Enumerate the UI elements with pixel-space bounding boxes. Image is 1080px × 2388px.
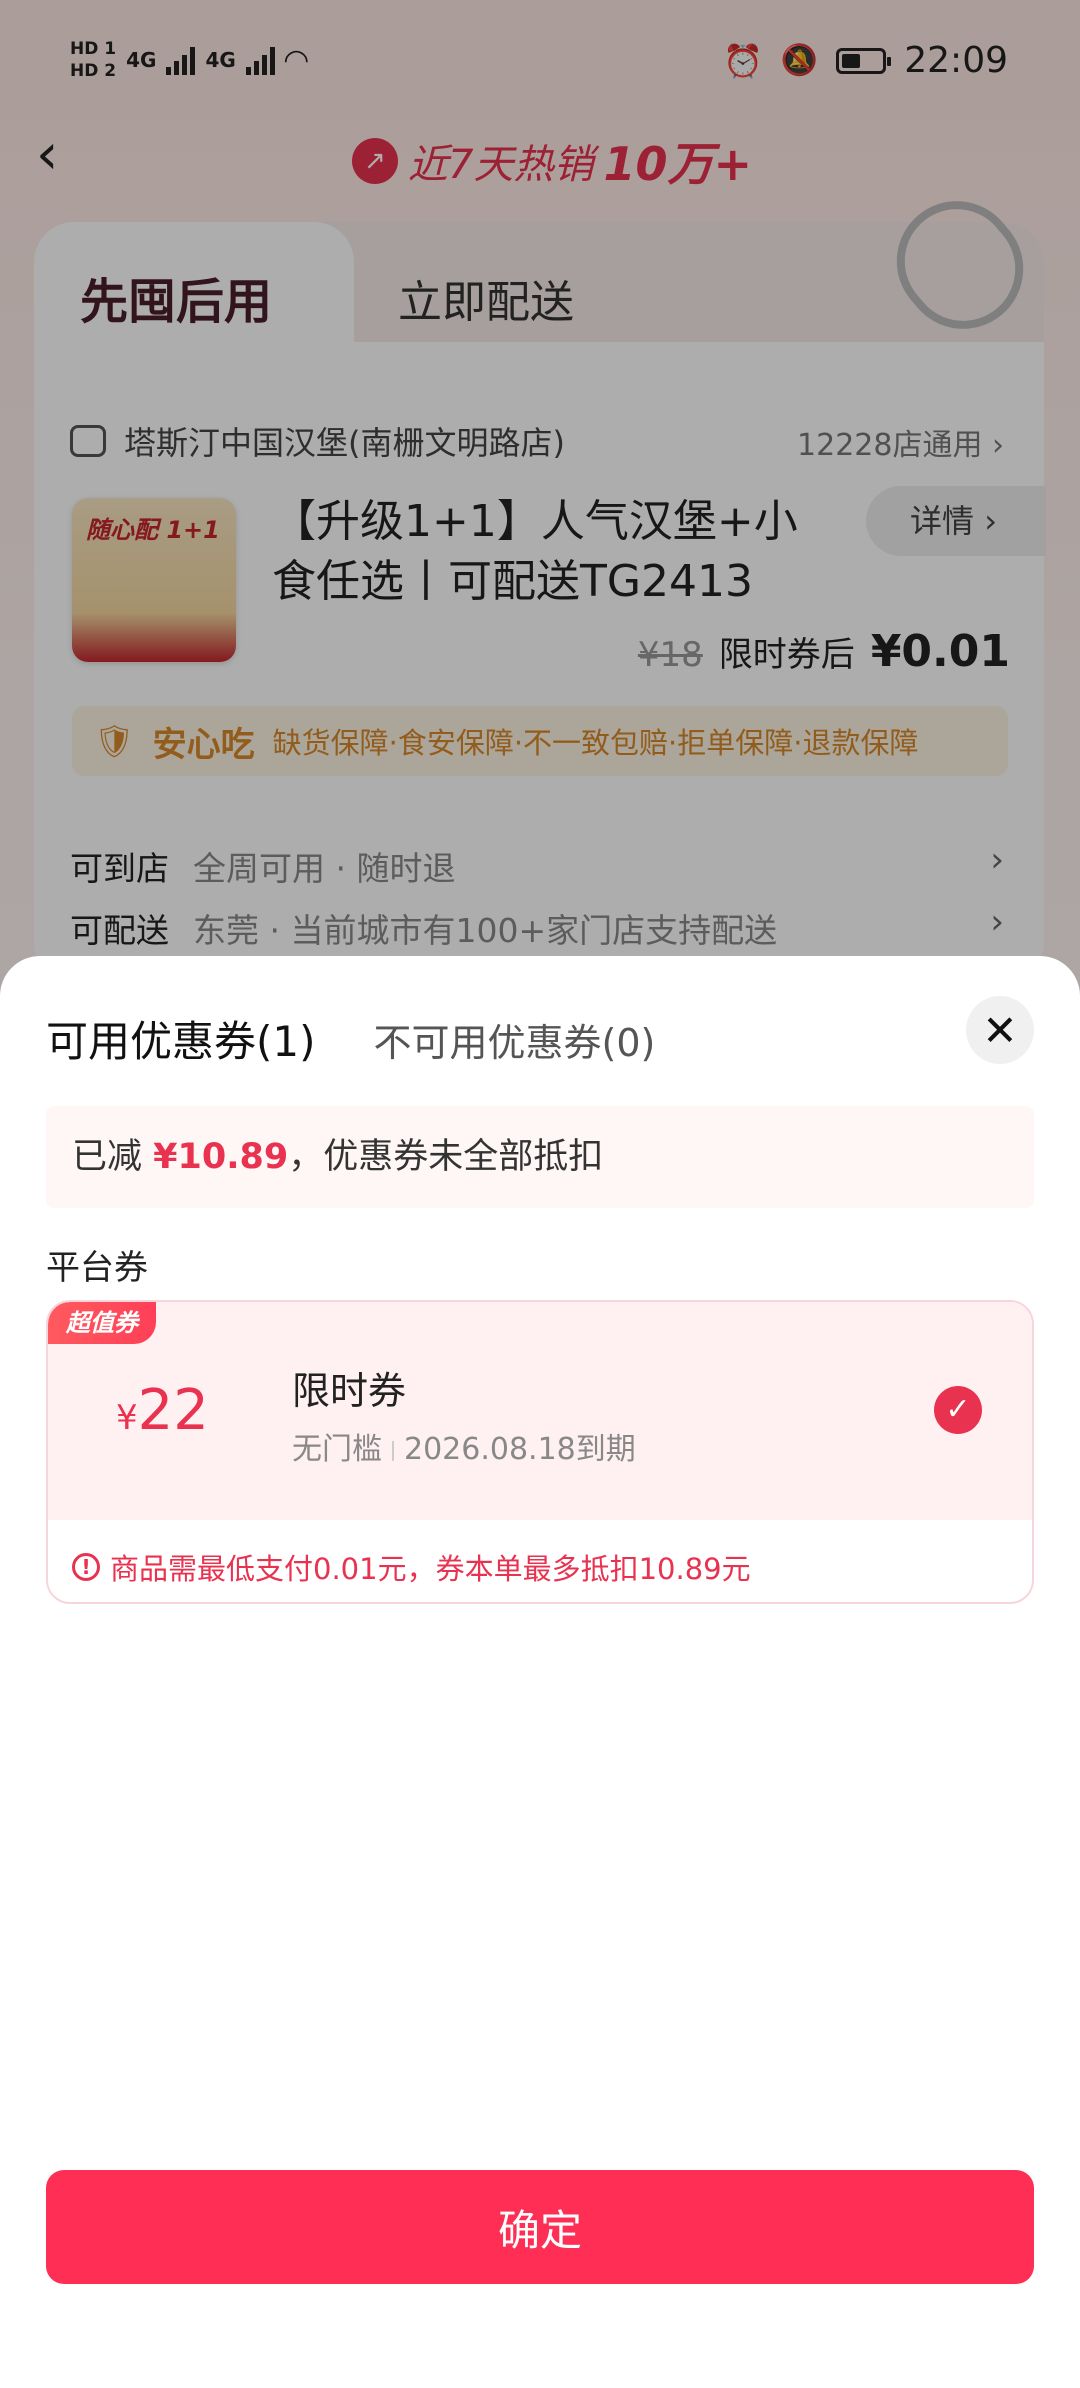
coupon-threshold: 无门槛	[292, 1432, 382, 1467]
coupon-meta: 无门槛 2026.08.18到期	[292, 1424, 636, 1468]
coupon-sheet: 可用优惠券(1) 不可用优惠券(0) ✕ 已减 ¥10.89，优惠券未全部抵扣 …	[0, 956, 1080, 2388]
page: HD 1 HD 2 4G 4G ◠ ⏰ 🔕 22:09 ‹ ↗ 近7天热销 10万…	[0, 0, 1080, 2388]
divider	[392, 1440, 394, 1461]
currency-symbol: ¥	[116, 1398, 138, 1438]
summary-suffix: ，优惠券未全部抵扣	[288, 1137, 604, 1177]
coupon-name: 限时券	[292, 1369, 407, 1413]
checkmark-icon[interactable]: ✓	[934, 1386, 982, 1434]
coupon-tag: 超值券	[48, 1302, 156, 1344]
discount-summary: 已减 ¥10.89，优惠券未全部抵扣	[46, 1106, 1034, 1208]
close-icon[interactable]: ✕	[966, 996, 1034, 1064]
coupon-amount: 22	[137, 1378, 209, 1443]
section-title: 平台券	[46, 1248, 148, 1288]
coupon-warning: ! 商品需最低支付0.01元，券本单最多抵扣10.89元	[72, 1546, 751, 1588]
summary-amount: ¥10.89	[153, 1137, 289, 1177]
coupon-value: ¥22	[116, 1378, 209, 1443]
tab-available-coupons[interactable]: 可用优惠券(1)	[46, 1008, 316, 1069]
coupon-expiry: 2026.08.18到期	[404, 1432, 636, 1467]
tab-unavailable-coupons[interactable]: 不可用优惠券(0)	[374, 1012, 656, 1067]
summary-prefix: 已减	[72, 1137, 143, 1177]
confirm-button[interactable]: 确定	[46, 2170, 1034, 2284]
coupon-card[interactable]: 超值券 ¥22 限时券 无门槛 2026.08.18到期 ✓ ! 商品需最低支付0…	[46, 1300, 1034, 1604]
alert-icon: !	[72, 1553, 100, 1581]
warning-text: 商品需最低支付0.01元，券本单最多抵扣10.89元	[110, 1552, 751, 1586]
coupon-tabs: 可用优惠券(1) 不可用优惠券(0)	[46, 1008, 655, 1069]
